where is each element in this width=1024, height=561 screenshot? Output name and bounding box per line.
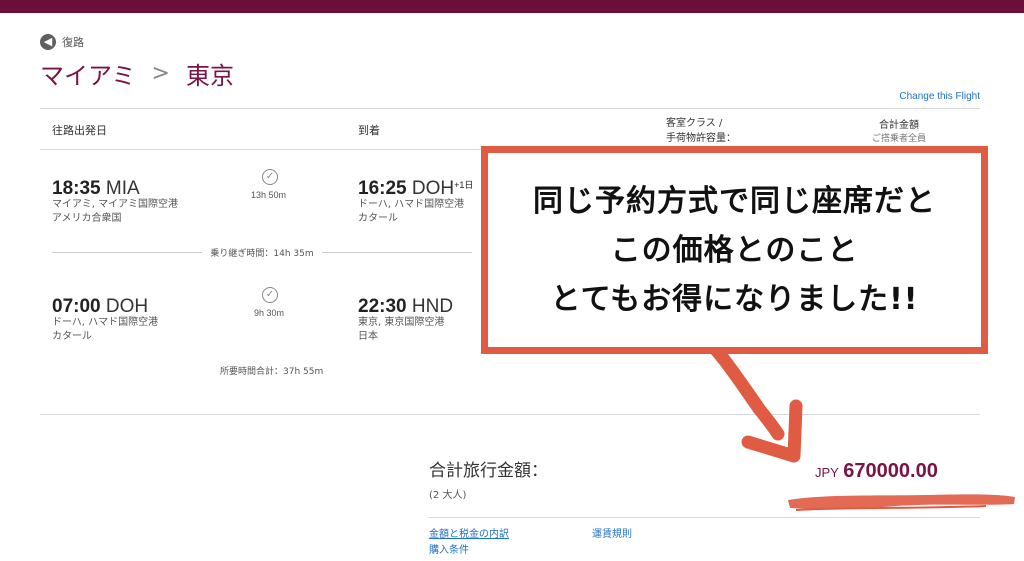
clock-icon: ✓	[262, 169, 278, 185]
segment-1-duration: 13h 50m	[251, 190, 287, 200]
divider	[40, 108, 980, 109]
callout-line-1: 同じ予約方式で同じ座席だと	[533, 183, 936, 219]
layover-time: 乗り継ぎ時間：14h 35m	[210, 249, 314, 259]
callout-line-2: この価格とのこと	[610, 232, 859, 268]
callout-line-3: とてもお得になりました!!	[550, 281, 919, 317]
divider	[429, 517, 980, 518]
back-label: 復路	[62, 36, 84, 49]
segment-2-arrival-place: 東京, 東京国際空港 日本	[358, 317, 445, 342]
segment-1-arrival-time: 16:25 DOH+1日	[358, 178, 474, 199]
layover-row: 乗り継ぎ時間：14h 35m	[52, 246, 472, 259]
total-fare-label: 合計旅行金額：	[429, 461, 548, 481]
arrival-header: 到着	[358, 124, 380, 137]
destination-city: 東京	[185, 62, 234, 90]
back-link[interactable]: ◀ 復路	[40, 34, 84, 50]
departure-header: 往路出発日	[52, 124, 107, 137]
total-duration: 所要時間合計：37h 55m	[220, 367, 324, 377]
passenger-count: (2 大人)	[429, 490, 467, 501]
segment-1-departure-place: マイアミ, マイアミ国際空港 アメリカ合衆国	[52, 199, 178, 224]
divider	[40, 414, 980, 415]
layover-line	[52, 252, 203, 253]
segment-2-arrival-time: 22:30 HND	[358, 296, 454, 317]
segment-2-departure-place: ドーハ, ハマド国際空港 カタール	[52, 317, 159, 342]
cabin-header: 客室クラス / 手荷物許容量：	[666, 118, 736, 144]
price-amount: 670000.00	[843, 460, 938, 482]
fare-rules-link[interactable]: 運賃規則	[592, 525, 632, 540]
segment-1-departure-time: 18:35 MIA	[52, 178, 140, 199]
purchase-terms-link[interactable]: 購入条件	[429, 541, 469, 556]
origin-city: マイアミ	[40, 62, 136, 90]
chevron-right-icon: >	[151, 61, 170, 86]
back-arrow-icon: ◀	[40, 34, 56, 50]
segment-1-arrival-place: ドーハ, ハマド国際空港 カタール	[358, 199, 465, 224]
total-header: 合計金額 ご搭乗者全員	[872, 120, 927, 144]
segment-2-duration: 9h 30m	[254, 308, 285, 318]
brand-top-bar	[0, 0, 1024, 13]
brush-underline	[788, 494, 1015, 511]
layover-line	[321, 252, 472, 253]
clock-icon: ✓	[262, 287, 278, 303]
total-price: JPY 670000.00	[815, 460, 938, 483]
change-flight-link[interactable]: Change this Flight	[899, 91, 980, 102]
segment-2-departure-time: 07:00 DOH	[52, 296, 149, 317]
annotation-callout: 同じ予約方式で同じ座席だと この価格とのこと とてもお得になりました!!	[481, 146, 988, 354]
route-title: マイアミ > 東京	[40, 56, 234, 91]
fare-breakdown-link[interactable]: 金額と税金の内訳	[429, 525, 509, 540]
